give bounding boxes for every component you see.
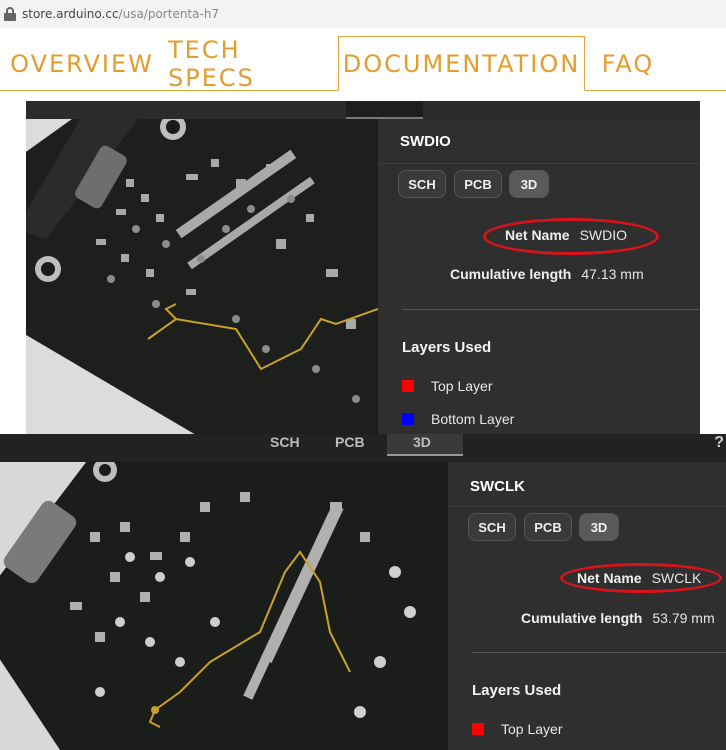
lock-icon [4,7,16,21]
view-button-pcb[interactable]: PCB [524,513,572,541]
layer-name: Top Layer [431,378,493,394]
cumulative-length-field: Cumulative length 53.79 mm [521,610,715,626]
section-divider [472,652,726,653]
pcb-3d-view[interactable] [0,462,448,750]
cumulative-length-value: 47.13 mm [581,266,644,282]
net-info-sidebar: SWCLK SCH PCB 3D Net Name SWCLK Cumulativ… [448,462,726,750]
pcb-3d-render[interactable] [26,119,378,435]
title-divider [378,163,700,164]
layer-name: Bottom Layer [431,411,515,427]
layer-item: Top Layer [402,378,492,394]
address-bar[interactable]: store.arduino.cc/usa/portenta-h7 [0,0,726,28]
cumulative-length-value: 53.79 mm [652,610,715,626]
section-divider [402,309,700,310]
view-button-sch[interactable]: SCH [398,170,446,198]
viewer-toolbar-strip [26,101,700,119]
layer-name: Top Layer [501,721,563,737]
pcb-3d-render[interactable] [0,462,448,750]
tab-tech-specs[interactable]: TECH SPECS [168,36,334,92]
layers-used-heading: Layers Used [402,339,492,356]
layer-color-swatch [402,380,414,392]
net-name-highlight [483,218,659,255]
product-tabs: OVERVIEW TECH SPECS DOCUMENTATION FAQ [0,28,726,92]
view-button-sch[interactable]: SCH [468,513,516,541]
pcb-viewer-swdio: SWDIO SCH PCB 3D Net Name SWDIO Cumulativ… [26,101,700,435]
tab-documentation[interactable]: DOCUMENTATION [338,36,585,91]
cumulative-length-field: Cumulative length 47.13 mm [450,266,644,282]
net-info-sidebar: SWDIO SCH PCB 3D Net Name SWDIO Cumulativ… [378,119,700,435]
cumulative-length-label: Cumulative length [450,266,572,282]
cumulative-length-label: Cumulative length [521,610,643,626]
help-icon[interactable]: ? [714,434,724,452]
ghost-button-3d[interactable]: 3D [387,434,463,456]
url-text[interactable]: store.arduino.cc/usa/portenta-h7 [22,7,219,21]
url-host: store.arduino.cc [22,7,119,21]
viewer-active-tab-indicator [346,101,423,119]
pcb-viewer-swclk: SCH PCB 3D ? SWCLK SCH PCB 3D Net Name S… [0,434,726,750]
view-button-3d[interactable]: 3D [579,513,619,541]
view-button-3d[interactable]: 3D [509,170,549,198]
layer-color-swatch [402,413,414,425]
url-path: /usa/portenta-h7 [118,7,220,21]
layer-item: Bottom Layer [402,411,514,427]
pcb-3d-view[interactable] [26,119,378,435]
ghost-button-sch[interactable]: SCH [270,434,320,456]
tab-overview[interactable]: OVERVIEW [8,36,156,91]
layers-used-heading: Layers Used [472,682,562,699]
net-title: SWDIO [400,133,451,150]
screenshot-root: store.arduino.cc/usa/portenta-h7 OVERVIE… [0,0,726,750]
ghost-view-buttons: SCH PCB 3D [270,434,463,456]
title-divider [448,506,726,507]
net-title: SWCLK [470,478,525,495]
viewer-toolbar-strip: SCH PCB 3D ? [0,434,726,462]
ghost-button-pcb[interactable]: PCB [335,434,385,456]
net-name-highlight [560,563,722,593]
tab-faq[interactable]: FAQ [590,36,666,91]
view-button-pcb[interactable]: PCB [454,170,502,198]
layer-item: Top Layer [472,721,562,737]
layer-color-swatch [472,723,484,735]
